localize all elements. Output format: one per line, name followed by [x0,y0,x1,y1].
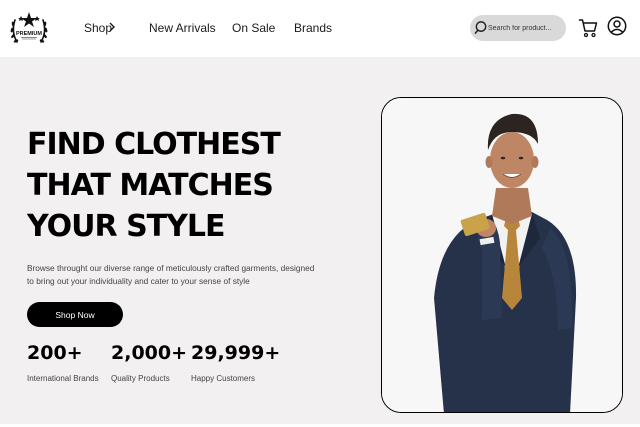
stat-label: Happy Customers [191,374,256,383]
stat-happy-customers: 29,999+ Happy Customers [191,342,280,383]
user-account-icon[interactable] [607,16,627,36]
stat-quality-products: 2,000+ Quality Products [111,342,187,383]
nav-new-arrivals[interactable]: New Arrivals [149,21,216,35]
cart-icon[interactable] [578,18,598,38]
hero-headline: FIND CLOTHEST THAT MATCHES YOUR STYLE [27,124,281,247]
search-input[interactable] [488,19,562,37]
stat-label: Quality Products [111,374,170,383]
headline-line-1: FIND CLOTHEST [27,127,281,162]
search-icon [474,21,487,34]
stat-value: 2,000+ [111,342,188,364]
hero-description: Browse throught our diverse range of met… [27,263,315,286]
headline-line-3: YOUR STYLE [27,209,225,244]
chevron-right-icon[interactable] [107,22,117,32]
nav-brands[interactable]: Brands [294,21,332,35]
headline-line-2: THAT MATCHES [27,168,274,203]
stat-international-brands: 200+ International Brands [27,342,99,383]
top-navigation: PREMIUM Shop New Arrivals On Sale Brands [0,0,640,57]
stat-label: International Brands [27,374,99,383]
nav-on-sale[interactable]: On Sale [232,21,275,35]
model-illustration [382,98,622,412]
stat-value: 29,999+ [191,342,281,364]
logo-text: PREMIUM [16,31,42,37]
shop-now-button[interactable]: Shop Now [27,302,123,327]
search-bar[interactable] [470,15,566,41]
premium-logo[interactable]: PREMIUM [7,6,51,50]
stat-value: 200+ [27,342,83,364]
model-photo [381,97,623,413]
